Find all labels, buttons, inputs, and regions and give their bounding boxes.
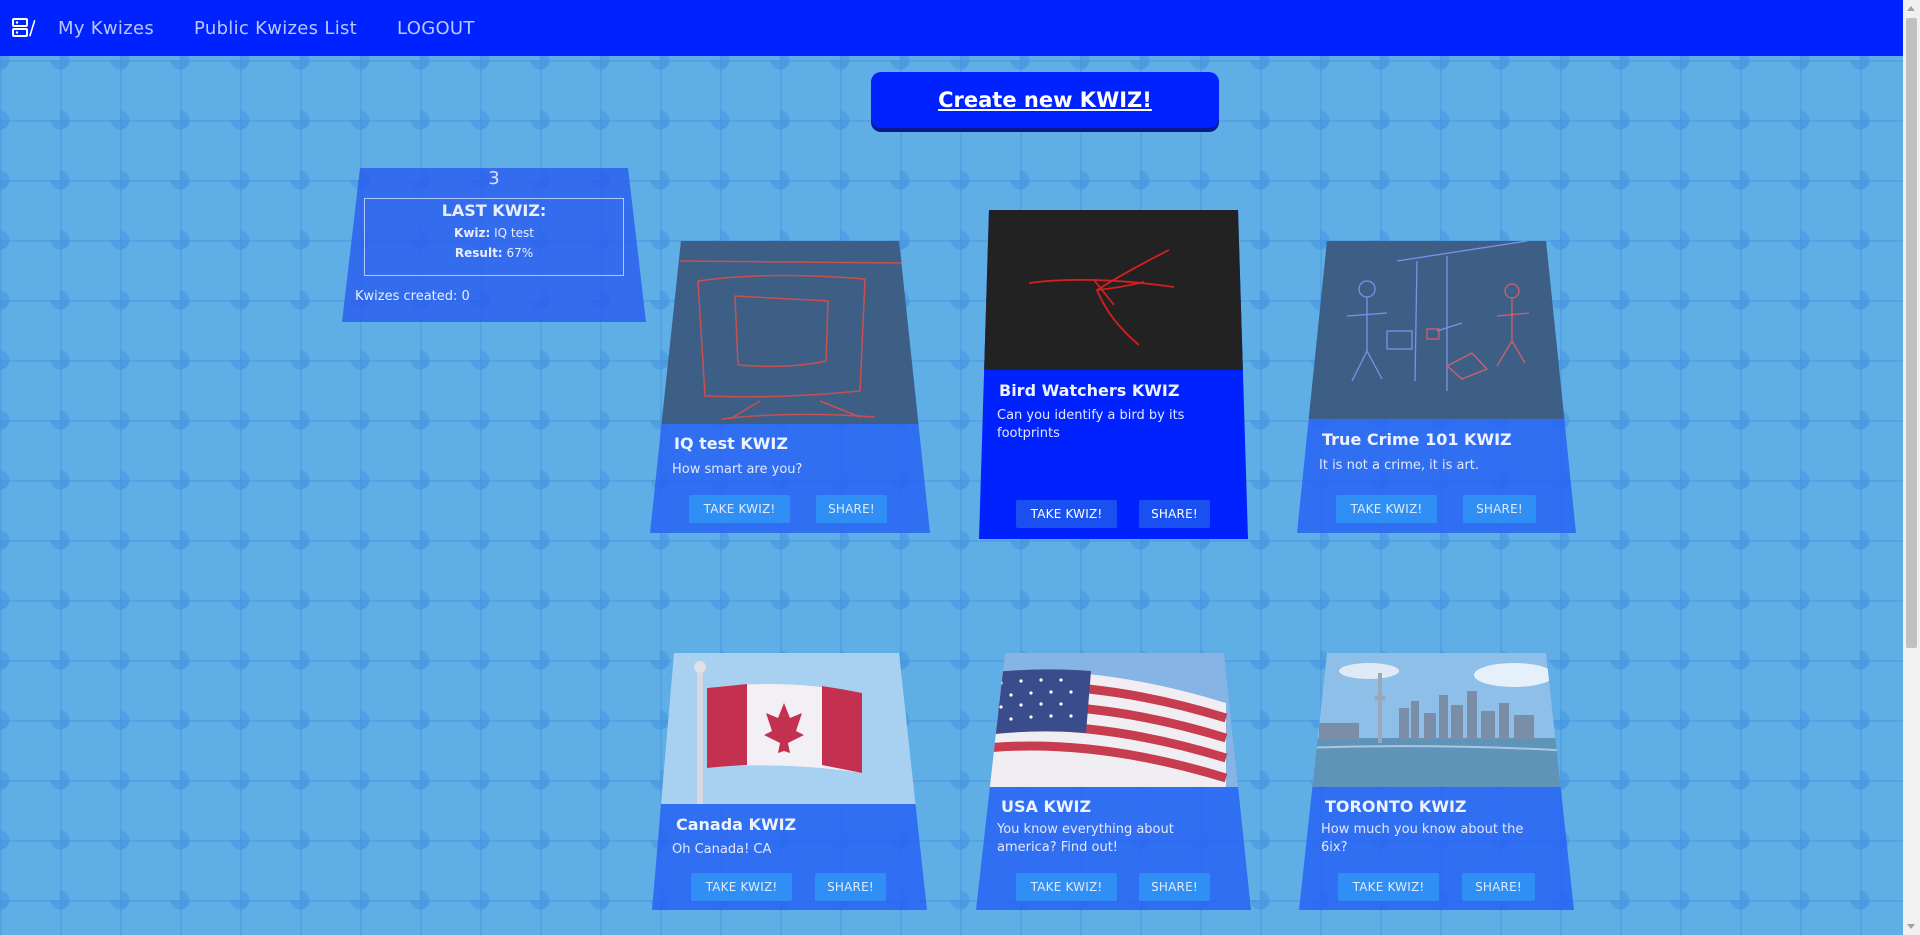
kwiz-card-toronto: TORONTO KWIZ How much you know about the… bbox=[1299, 653, 1574, 910]
nav-logout[interactable]: LOGOUT bbox=[397, 18, 475, 39]
card-title: Bird Watchers KWIZ bbox=[999, 381, 1180, 400]
card-title: Canada KWIZ bbox=[676, 815, 797, 834]
scrollbar-thumb[interactable] bbox=[1906, 18, 1917, 648]
take-kwiz-button[interactable]: TAKE KWIZ! bbox=[1016, 873, 1117, 901]
stats-card: 3 LAST KWIZ: Kwiz: IQ test Result: 67% K… bbox=[342, 168, 646, 322]
canada-flag-image bbox=[652, 653, 927, 804]
last-kwiz-title: LAST KWIZ: bbox=[441, 201, 547, 220]
take-kwiz-button[interactable]: TAKE KWIZ! bbox=[1338, 873, 1439, 901]
take-kwiz-button[interactable]: TAKE KWIZ! bbox=[689, 495, 790, 523]
card-description: How smart are you? bbox=[672, 462, 803, 477]
create-new-kwiz-button[interactable]: Create new KWIZ! bbox=[871, 72, 1219, 128]
iq-test-drawing-image bbox=[650, 241, 930, 424]
card-description: It is not a crime, it is art. bbox=[1319, 458, 1480, 473]
share-button[interactable]: SHARE! bbox=[815, 873, 886, 901]
take-kwiz-button[interactable]: TAKE KWIZ! bbox=[1016, 500, 1117, 528]
card-title: USA KWIZ bbox=[1001, 797, 1092, 816]
true-crime-drawing-image bbox=[1297, 241, 1576, 419]
card-description: How much you know about the 6ix? bbox=[1321, 822, 1524, 856]
kwiz-card-usa: USA KWIZ You know everything about ameri… bbox=[976, 653, 1251, 910]
nav-my-kwizes[interactable]: My Kwizes bbox=[58, 18, 154, 39]
result-value: 67% bbox=[506, 246, 534, 260]
stats-number: 3 bbox=[488, 168, 500, 189]
kwiz-logo-icon[interactable] bbox=[12, 15, 38, 41]
share-button[interactable]: SHARE! bbox=[1462, 873, 1535, 901]
scroll-up-arrow-icon[interactable] bbox=[1907, 6, 1915, 11]
last-kwiz-result: Result: 67% bbox=[365, 246, 623, 260]
card-title: True Crime 101 KWIZ bbox=[1322, 430, 1512, 449]
share-button[interactable]: SHARE! bbox=[816, 495, 887, 523]
last-kwiz-name: Kwiz: IQ test bbox=[365, 226, 623, 240]
card-description: Oh Canada! CA bbox=[672, 842, 772, 857]
toronto-skyline-image bbox=[1299, 653, 1574, 787]
take-kwiz-button[interactable]: TAKE KWIZ! bbox=[691, 873, 792, 901]
navbar: My Kwizes Public Kwizes List LOGOUT bbox=[0, 0, 1903, 56]
card-title: TORONTO KWIZ bbox=[1325, 797, 1467, 816]
take-kwiz-button[interactable]: TAKE KWIZ! bbox=[1336, 495, 1437, 523]
share-button[interactable]: SHARE! bbox=[1463, 495, 1536, 523]
bird-footprint-drawing-image bbox=[979, 210, 1248, 370]
last-kwiz-panel: LAST KWIZ: Kwiz: IQ test Result: 67% bbox=[364, 198, 624, 276]
puzzle-background bbox=[0, 0, 1920, 935]
result-label: Result: bbox=[454, 246, 503, 260]
share-button[interactable]: SHARE! bbox=[1139, 873, 1210, 901]
usa-flag-image bbox=[976, 653, 1251, 787]
card-title: IQ test KWIZ bbox=[674, 434, 788, 453]
kwiz-label: Kwiz: bbox=[454, 226, 491, 240]
kwiz-card-canada: Canada KWIZ Oh Canada! CA TAKE KWIZ! SHA… bbox=[652, 653, 927, 910]
vertical-scrollbar[interactable] bbox=[1903, 0, 1920, 935]
card-description: You know everything about america? Find … bbox=[997, 822, 1174, 856]
kwizes-created: Kwizes created: 0 bbox=[355, 289, 470, 304]
kwiz-card-iq-test: IQ test KWIZ How smart are you? TAKE KWI… bbox=[650, 241, 930, 533]
kwiz-card-true-crime: True Crime 101 KWIZ It is not a crime, i… bbox=[1297, 241, 1576, 533]
kwiz-value: IQ test bbox=[494, 226, 534, 240]
scroll-down-arrow-icon[interactable] bbox=[1907, 924, 1915, 929]
card-description: Can you identify a bird by its footprint… bbox=[997, 408, 1185, 442]
kwiz-card-bird-watchers: Bird Watchers KWIZ Can you identify a bi… bbox=[979, 210, 1248, 539]
share-button[interactable]: SHARE! bbox=[1139, 500, 1210, 528]
nav-public-kwizes-list[interactable]: Public Kwizes List bbox=[194, 18, 357, 39]
